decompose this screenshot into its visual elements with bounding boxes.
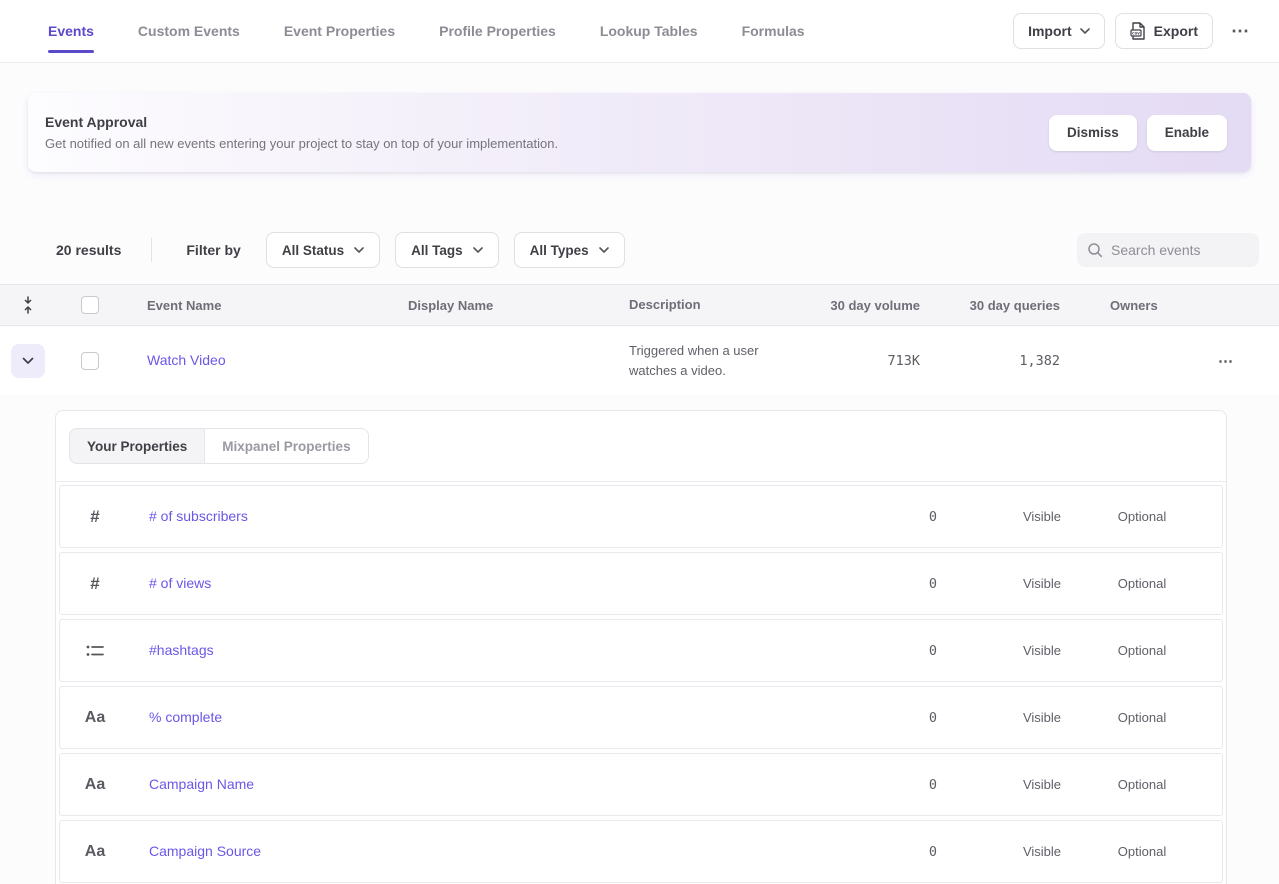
row-checkbox[interactable] <box>81 352 99 370</box>
property-query-count: 0 <box>897 710 937 726</box>
tab-events[interactable]: Events <box>48 0 94 62</box>
event-30-day-queries: 1,382 <box>920 353 1060 369</box>
property-requirement: Optional <box>1087 710 1197 725</box>
status-filter-label: All Status <box>282 243 344 258</box>
property-name-link[interactable]: % complete <box>149 709 222 725</box>
types-filter-dropdown[interactable]: All Types <box>514 232 625 268</box>
types-filter-label: All Types <box>530 243 589 258</box>
property-requirement: Optional <box>1087 576 1197 591</box>
property-row: #hashtags 0 Visible Optional <box>59 619 1223 682</box>
property-query-count: 0 <box>897 509 937 525</box>
csv-file-icon: csv <box>1130 22 1146 40</box>
property-visibility: Visible <box>997 643 1087 658</box>
import-button-label: Import <box>1028 23 1072 39</box>
export-button-label: Export <box>1154 23 1198 39</box>
property-query-count: 0 <box>897 844 937 860</box>
column-header-description[interactable]: Description <box>629 295 804 315</box>
tab-mixpanel-properties[interactable]: Mixpanel Properties <box>204 429 367 463</box>
filter-toolbar: 20 results Filter by All Status All Tags… <box>56 232 1259 268</box>
top-navigation: Events Custom Events Event Properties Pr… <box>0 0 1279 63</box>
banner-title: Event Approval <box>45 114 558 130</box>
properties-tabbar: Your Properties Mixpanel Properties <box>56 411 1226 482</box>
property-row: # # of views 0 Visible Optional <box>59 552 1223 615</box>
tab-formulas[interactable]: Formulas <box>742 0 805 62</box>
property-name-link[interactable]: Campaign Source <box>149 843 261 859</box>
collapse-rows-icon[interactable] <box>21 296 35 314</box>
search-events-box <box>1077 233 1259 267</box>
results-count: 20 results <box>56 242 121 258</box>
number-type-icon: # <box>90 507 99 527</box>
tab-custom-events[interactable]: Custom Events <box>138 0 240 62</box>
property-requirement: Optional <box>1087 777 1197 792</box>
collapse-row-button[interactable] <box>11 344 45 378</box>
property-requirement: Optional <box>1087 844 1197 859</box>
event-properties-panel: Your Properties Mixpanel Properties # # … <box>55 410 1227 884</box>
status-filter-dropdown[interactable]: All Status <box>266 232 380 268</box>
chevron-down-icon <box>599 247 609 253</box>
property-name-link[interactable]: # of subscribers <box>149 508 248 524</box>
tab-profile-properties[interactable]: Profile Properties <box>439 0 556 62</box>
column-header-30-day-volume[interactable]: 30 day volume <box>804 298 920 313</box>
export-button[interactable]: csv Export <box>1115 13 1213 49</box>
lexicon-tabs: Events Custom Events Event Properties Pr… <box>48 0 805 62</box>
property-name-link[interactable]: # of views <box>149 575 211 591</box>
banner-description: Get notified on all new events entering … <box>45 136 558 151</box>
tab-event-properties[interactable]: Event Properties <box>284 0 395 62</box>
select-all-checkbox[interactable] <box>81 296 99 314</box>
divider <box>151 238 152 262</box>
tab-your-properties[interactable]: Your Properties <box>70 429 204 463</box>
property-visibility: Visible <box>997 710 1087 725</box>
property-requirement: Optional <box>1087 509 1197 524</box>
property-visibility: Visible <box>997 777 1087 792</box>
property-name-link[interactable]: #hashtags <box>149 642 214 658</box>
property-query-count: 0 <box>897 777 937 793</box>
property-name-link[interactable]: Campaign Name <box>149 776 254 792</box>
events-table-header: Event Name Display Name Description 30 d… <box>0 284 1279 326</box>
enable-button[interactable]: Enable <box>1147 115 1227 151</box>
dismiss-button[interactable]: Dismiss <box>1049 115 1137 151</box>
row-actions-button[interactable]: ⋯ <box>1218 352 1235 370</box>
search-icon <box>1087 242 1103 258</box>
property-visibility: Visible <box>997 844 1087 859</box>
event-approval-banner: Event Approval Get notified on all new e… <box>28 93 1251 172</box>
property-query-count: 0 <box>897 576 937 592</box>
property-row: # # of subscribers 0 Visible Optional <box>59 485 1223 548</box>
more-options-button[interactable]: ⋯ <box>1223 21 1259 42</box>
chevron-down-icon <box>354 247 364 253</box>
svg-text:csv: csv <box>1132 31 1140 36</box>
import-button[interactable]: Import <box>1013 13 1105 49</box>
properties-segmented-control: Your Properties Mixpanel Properties <box>69 428 369 464</box>
number-type-icon: # <box>90 574 99 594</box>
column-header-display-name[interactable]: Display Name <box>408 298 629 313</box>
property-row: Aa % complete 0 Visible Optional <box>59 686 1223 749</box>
property-requirement: Optional <box>1087 643 1197 658</box>
filter-by-label: Filter by <box>186 242 240 258</box>
column-header-30-day-queries[interactable]: 30 day queries <box>920 298 1060 313</box>
properties-list: # # of subscribers 0 Visible Optional # … <box>56 482 1226 884</box>
property-visibility: Visible <box>997 576 1087 591</box>
list-type-icon <box>86 644 104 658</box>
tab-lookup-tables[interactable]: Lookup Tables <box>600 0 698 62</box>
property-visibility: Visible <box>997 509 1087 524</box>
column-header-owners[interactable]: Owners <box>1060 298 1185 313</box>
chevron-down-icon <box>1080 28 1090 34</box>
property-row: Aa Campaign Name 0 Visible Optional <box>59 753 1223 816</box>
search-events-input[interactable] <box>1111 242 1249 258</box>
property-row: Aa Campaign Source 0 Visible Optional <box>59 820 1223 883</box>
table-row-watch-video: Watch Video Triggered when a user watche… <box>0 327 1279 395</box>
text-type-icon: Aa <box>85 843 105 861</box>
event-30-day-volume: 713K <box>804 353 920 369</box>
event-name-link[interactable]: Watch Video <box>147 352 226 368</box>
text-type-icon: Aa <box>85 776 105 794</box>
chevron-down-icon <box>473 247 483 253</box>
tags-filter-dropdown[interactable]: All Tags <box>395 232 499 268</box>
column-header-event-name[interactable]: Event Name <box>147 298 408 313</box>
tags-filter-label: All Tags <box>411 243 463 258</box>
text-type-icon: Aa <box>85 709 105 727</box>
property-query-count: 0 <box>897 643 937 659</box>
event-description: Triggered when a user watches a video. <box>629 341 804 381</box>
